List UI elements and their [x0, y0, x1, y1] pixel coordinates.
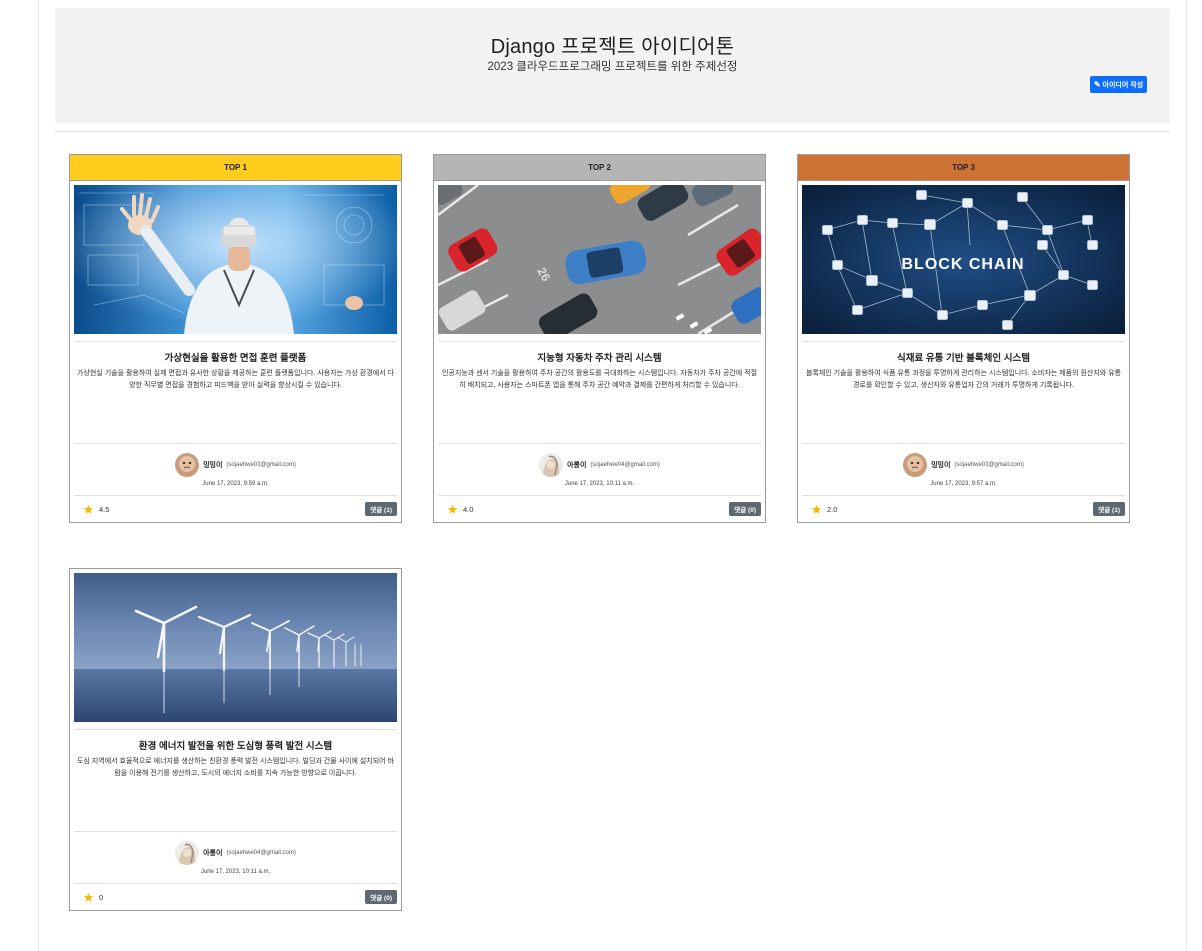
card-title[interactable]: 환경 에너지 발전을 위한 도심형 풍력 발전 시스템 [70, 738, 401, 752]
rating-value: 0 [99, 892, 104, 902]
star-icon [83, 892, 94, 902]
rank-badge: TOP 1 [70, 155, 401, 181]
post-date: June 17, 2023, 9:57 a.m. [930, 481, 997, 487]
divider [802, 341, 1125, 342]
write-idea-button[interactable]: ✎ 아이디어 작성 [1090, 76, 1147, 93]
card-footer: 4.5 댓글 (1) [70, 496, 401, 522]
card-description: 블록체인 기술을 활용하여 식품 유통 과정을 투명하게 관리하는 시스템입니다… [805, 370, 1122, 389]
idea-card[interactable]: TOP 1 가상현실을 활용한 면접 훈련 플랫폼 가상현실 기술을 활용하여 … [69, 154, 402, 523]
star-icon [447, 504, 458, 514]
author-name: 아롱이 [203, 850, 223, 857]
card-title[interactable]: 가상현실을 활용한 면접 훈련 플랫폼 [70, 350, 401, 364]
divider [438, 341, 761, 342]
rating-value: 2.0 [827, 504, 838, 514]
star-icon [811, 504, 822, 514]
rating-value: 4.5 [99, 504, 110, 514]
author-email: (sojaehwe03@gmail.com) [954, 462, 1024, 468]
divider [438, 443, 761, 444]
author-info: 밍밍이 (sojaehwe03@gmail.com) [70, 453, 401, 477]
star-icon [83, 504, 94, 514]
author-info: 아롱이 (sojaehwe04@gmail.com) [70, 841, 401, 865]
divider [74, 729, 397, 730]
avatar [175, 841, 200, 865]
card-description: 인공지능과 센서 기술을 활용하여 주차 공간의 활용도를 극대화하는 시스템입… [441, 370, 758, 389]
wind-turbine-image [74, 573, 397, 722]
rating: 4.5 [83, 504, 109, 515]
post-date: June 17, 2023, 10:11 a.m. [200, 869, 271, 875]
card-footer: 0 댓글 (0) [70, 884, 401, 910]
author-name: 아롱이 [567, 462, 587, 469]
idea-card[interactable]: 환경 에너지 발전을 위한 도심형 풍력 발전 시스템 도심 지역에서 효율적으… [69, 568, 402, 911]
rating: 0 [83, 892, 103, 903]
rating: 4.0 [447, 504, 473, 515]
author-info: 밍밍이 (sojaehwe03@gmail.com) [798, 453, 1129, 477]
parking-lot-image: 26 [438, 185, 761, 334]
pencil-icon: ✎ [1093, 80, 1101, 89]
avatar [175, 453, 200, 477]
divider [74, 443, 397, 444]
avatar [539, 453, 564, 477]
hero-banner: Django 프로젝트 아이디어톤 2023 클라우드프로그래밍 프로젝트를 위… [55, 8, 1170, 123]
card-description: 도심 지역에서 효율적으로 에너지를 생산하는 친환경 풍력 발전 시스템입니다… [76, 758, 395, 777]
rating: 2.0 [811, 504, 837, 515]
page-subtitle: 2023 클라우드프로그래밍 프로젝트를 위한 주제선정 [487, 61, 738, 73]
divider [55, 131, 1170, 132]
author-info: 아롱이 (sojaehwe04@gmail.com) [434, 453, 765, 477]
page-right-border [1186, 0, 1187, 951]
idea-card[interactable]: TOP 3 BLOCK CHAIN 식재료 유통 기반 블록체인 시스템 블록체… [797, 154, 1130, 523]
card-title[interactable]: 지능형 자동차 주차 관리 시스템 [434, 350, 765, 364]
comments-button[interactable]: 댓글 (1) [365, 502, 397, 516]
rating-value: 4.0 [463, 504, 474, 514]
divider [74, 341, 397, 342]
rank-badge: TOP 2 [434, 155, 765, 181]
author-name: 밍밍이 [203, 462, 223, 469]
comments-button[interactable]: 댓글 (0) [365, 890, 397, 904]
card-description: 가상현실 기술을 활용하여 실제 면접과 유사한 상황을 제공하는 훈련 플랫폼… [76, 370, 395, 389]
blockchain-image-text: BLOCK CHAIN [902, 256, 1025, 273]
idea-card[interactable]: TOP 2 26 지능형 자동차 주차 관리 시스템 인공지능과 센서 기술을 … [433, 154, 766, 523]
comments-button[interactable]: 댓글 (1) [1093, 502, 1125, 516]
card-title[interactable]: 식재료 유통 기반 블록체인 시스템 [798, 350, 1129, 364]
page-title: Django 프로젝트 아이디어톤 [490, 36, 735, 58]
rank-badge: TOP 3 [798, 155, 1129, 181]
card-footer: 4.0 댓글 (0) [434, 496, 765, 522]
avatar [903, 453, 928, 477]
post-date: June 17, 2023, 10:11 a.m. [564, 481, 635, 487]
card-footer: 2.0 댓글 (1) [798, 496, 1129, 522]
author-email: (sojaehwe03@gmail.com) [226, 462, 296, 468]
divider [802, 443, 1125, 444]
blockchain-image: BLOCK CHAIN [802, 185, 1125, 334]
author-name: 밍밍이 [931, 462, 951, 469]
post-date: June 17, 2023, 9:59 a.m. [202, 481, 269, 487]
author-email: (sojaehwe04@gmail.com) [226, 850, 296, 856]
vr-doctor-image [74, 185, 397, 334]
author-email: (sojaehwe04@gmail.com) [590, 462, 660, 468]
page-left-border [38, 0, 39, 951]
comments-button[interactable]: 댓글 (0) [729, 502, 761, 516]
write-idea-label: 아이디어 작성 [1102, 81, 1144, 89]
divider [74, 831, 397, 832]
